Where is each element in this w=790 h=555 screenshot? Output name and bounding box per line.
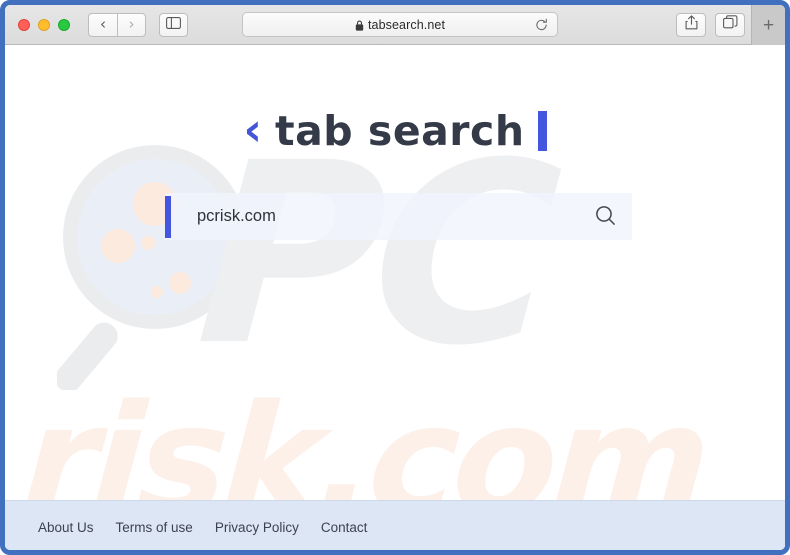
- address-bar-container: tabsearch.net: [242, 12, 558, 37]
- footer-link-terms-of-use[interactable]: Terms of use: [116, 520, 193, 535]
- magnifier-watermark: [55, 140, 257, 393]
- search-input[interactable]: [171, 207, 578, 226]
- site-logo: ‹ tab search: [5, 107, 785, 155]
- show-all-tabs-button[interactable]: [715, 12, 745, 37]
- navigation-buttons: ‹ ›: [88, 12, 146, 37]
- back-button[interactable]: ‹: [88, 12, 117, 37]
- sidebar-toggle-icon: [166, 16, 181, 34]
- plus-icon: +: [762, 14, 775, 36]
- address-url-text: tabsearch.net: [367, 17, 446, 32]
- maximize-window-button[interactable]: [58, 18, 70, 31]
- search-icon: [594, 204, 617, 230]
- logo-cursor-bar: [537, 111, 547, 151]
- browser-window: ‹ › tabsearch.net + PC risk.com ‹ tab se…: [0, 0, 790, 555]
- new-tab-button[interactable]: +: [751, 5, 785, 45]
- page-footer: About Us Terms of use Privacy Policy Con…: [5, 500, 785, 550]
- window-controls: [18, 18, 70, 31]
- share-icon: [685, 14, 698, 35]
- share-button[interactable]: [676, 12, 706, 37]
- page-title: tab search: [275, 107, 525, 155]
- toolbar-right-actions: [676, 12, 745, 37]
- forward-button[interactable]: ›: [117, 12, 146, 37]
- show-all-tabs-icon: [722, 15, 738, 34]
- chevron-left-icon: ‹: [100, 14, 106, 33]
- reload-icon[interactable]: [535, 18, 548, 31]
- browser-toolbar: ‹ › tabsearch.net +: [5, 5, 785, 45]
- minimize-window-button[interactable]: [38, 18, 50, 31]
- close-window-button[interactable]: [18, 18, 30, 31]
- address-bar[interactable]: tabsearch.net: [242, 12, 558, 37]
- page-content: PC risk.com ‹ tab search About Us: [5, 45, 785, 550]
- sidebar-toggle-button[interactable]: [159, 12, 188, 37]
- lock-icon: [355, 20, 364, 31]
- footer-link-privacy-policy[interactable]: Privacy Policy: [215, 520, 299, 535]
- footer-link-about-us[interactable]: About Us: [38, 520, 94, 535]
- chevron-left-icon: ‹: [243, 103, 263, 156]
- search-bar: [165, 193, 632, 240]
- chevron-right-icon: ›: [128, 14, 135, 33]
- footer-link-contact[interactable]: Contact: [321, 520, 368, 535]
- search-button[interactable]: [578, 193, 632, 240]
